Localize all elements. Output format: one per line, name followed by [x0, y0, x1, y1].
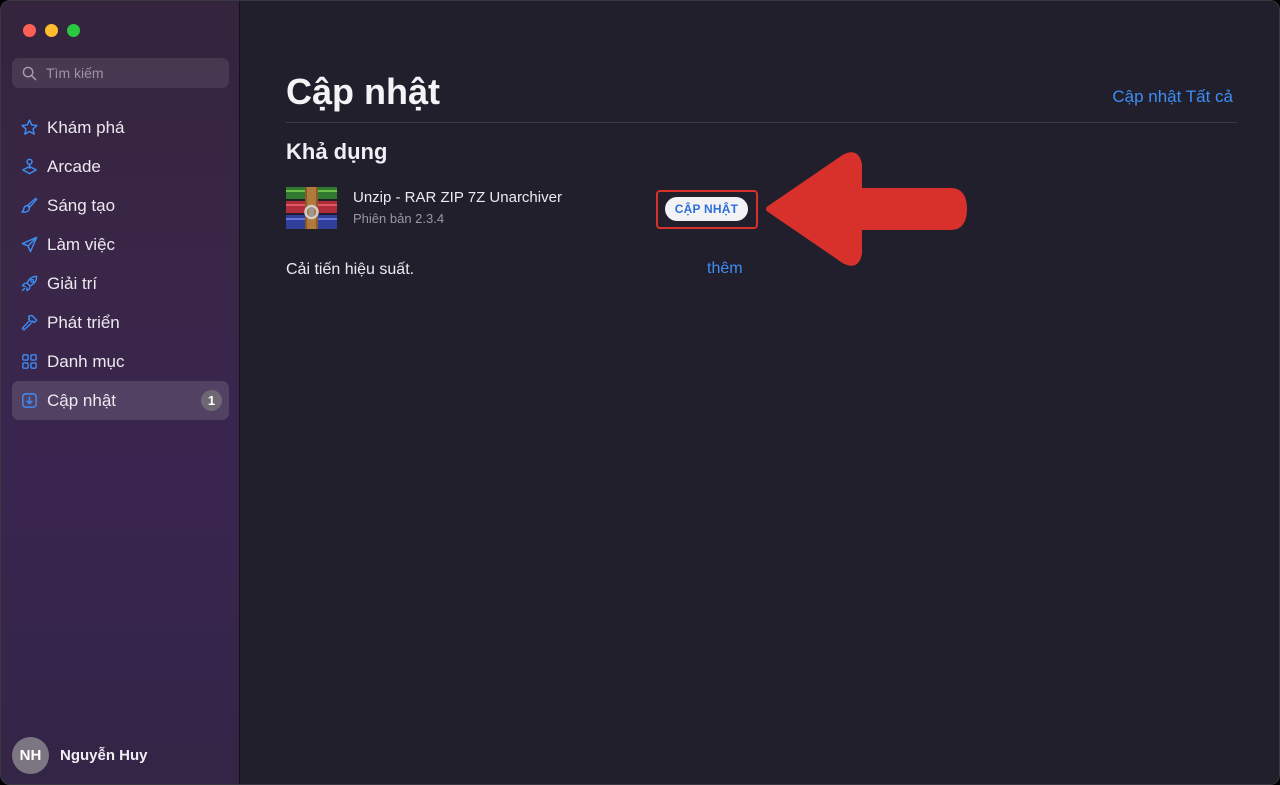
sidebar-item-develop[interactable]: Phát triển [12, 303, 229, 342]
updates-count-badge: 1 [201, 390, 222, 411]
close-window-button[interactable] [23, 24, 36, 37]
sidebar-item-label: Sáng tạo [47, 195, 116, 215]
sidebar-item-create[interactable]: Sáng tạo [12, 186, 229, 225]
release-notes: Cải tiến hiệu suất. [286, 261, 415, 278]
sidebar-item-label: Phát triển [47, 312, 120, 332]
sidebar-item-label: Giải trí [47, 273, 98, 293]
sidebar-item-categories[interactable]: Danh mục [12, 342, 229, 381]
hammer-icon [19, 313, 39, 333]
brush-icon [19, 196, 39, 216]
more-link[interactable]: thêm [707, 260, 743, 278]
sidebar-item-label: Danh mục [47, 351, 125, 371]
sidebar-item-arcade[interactable]: Arcade [12, 147, 229, 186]
divider [286, 122, 1237, 123]
avatar: NH [12, 737, 49, 774]
sidebar: Tìm kiếm Khám phá Arcade Sáng tạo Làm vi… [1, 1, 240, 784]
page-title: Cập nhật [286, 71, 441, 112]
app-version: Phiên bản 2.3.4 [353, 211, 445, 226]
star-icon [19, 118, 39, 138]
account-button[interactable]: NH Nguyễn Huy [12, 737, 148, 774]
rar-archive-icon[interactable] [286, 187, 337, 229]
update-button[interactable]: CẬP NHẬT [665, 197, 748, 221]
sidebar-item-play[interactable]: Giải trí [12, 264, 229, 303]
sidebar-item-discover[interactable]: Khám phá [12, 108, 229, 147]
main-content: Cập nhật Cập nhật Tất cả Khả dụng Unzip … [241, 1, 1279, 784]
app-name: Unzip - RAR ZIP 7Z Unarchiver [353, 189, 562, 206]
update-all-link[interactable]: Cập nhật Tất cả [1112, 87, 1233, 107]
sidebar-item-updates[interactable]: Cập nhật 1 [12, 381, 229, 420]
section-title: Khả dụng [286, 139, 388, 164]
sidebar-item-label: Làm việc [47, 234, 116, 254]
sidebar-nav: Khám phá Arcade Sáng tạo Làm việc Giải t… [12, 108, 229, 420]
paper-plane-icon [19, 235, 39, 255]
window-controls [23, 24, 80, 37]
zoom-window-button[interactable] [67, 24, 80, 37]
sidebar-item-label: Khám phá [47, 117, 125, 137]
search-input[interactable]: Tìm kiếm [12, 58, 229, 88]
annotation-arrow-icon [766, 152, 967, 266]
rocket-icon [19, 274, 39, 294]
sidebar-item-work[interactable]: Làm việc [12, 225, 229, 264]
app-store-window: Tìm kiếm Khám phá Arcade Sáng tạo Làm vi… [0, 0, 1280, 785]
joystick-icon [19, 157, 39, 177]
sidebar-item-label: Arcade [47, 156, 101, 176]
download-icon [19, 391, 39, 411]
search-placeholder: Tìm kiếm [46, 65, 104, 81]
grid-icon [19, 352, 39, 372]
search-icon [22, 66, 37, 80]
sidebar-item-label: Cập nhật [47, 390, 116, 410]
minimize-window-button[interactable] [45, 24, 58, 37]
user-name: Nguyễn Huy [60, 747, 148, 764]
